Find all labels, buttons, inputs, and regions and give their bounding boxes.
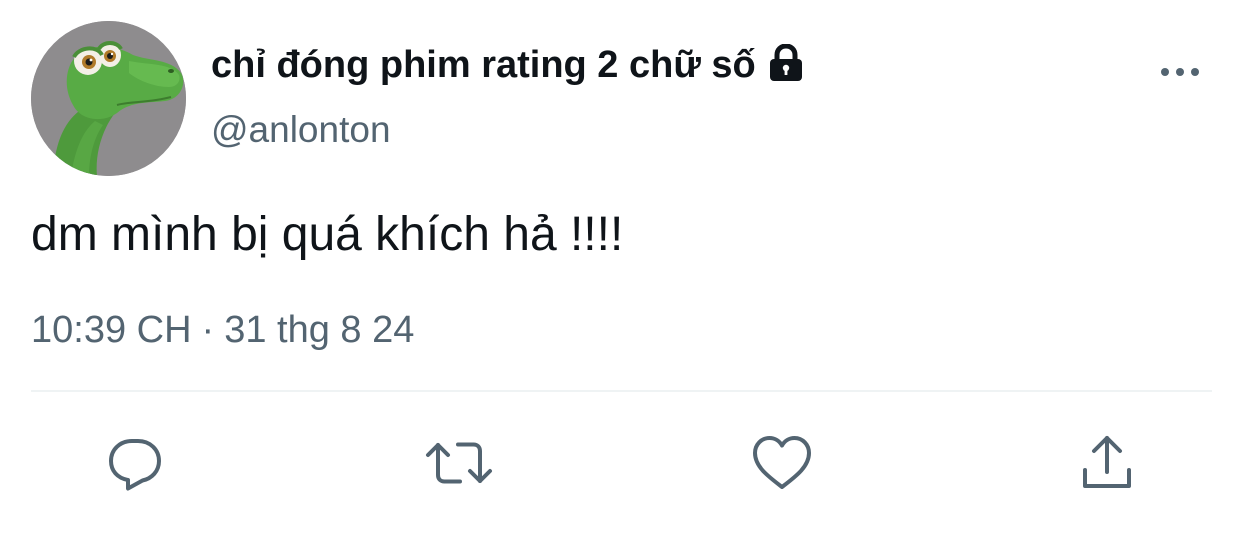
heart-icon xyxy=(753,436,811,489)
divider xyxy=(31,390,1212,392)
reply-button[interactable] xyxy=(100,430,170,496)
user-handle[interactable]: @anlonton xyxy=(211,107,391,153)
display-name[interactable]: chỉ đóng phim rating 2 chữ số xyxy=(211,41,806,89)
tweet-date: 31 thg 8 24 xyxy=(224,309,415,351)
reply-icon xyxy=(109,439,161,491)
timestamp-separator: · xyxy=(201,309,215,351)
tweet-time: 10:39 CH xyxy=(31,309,192,351)
like-button[interactable] xyxy=(747,430,817,496)
tweet-timestamp[interactable]: 10:39 CH · 31 thg 8 24 xyxy=(31,307,414,353)
avatar[interactable] xyxy=(31,21,186,176)
share-button[interactable] xyxy=(1072,430,1142,496)
tweet-text: dm mình bị quá khích hả !!!! xyxy=(31,208,624,261)
display-name-text: chỉ đóng phim rating 2 chữ số xyxy=(211,44,756,86)
lock-icon xyxy=(766,44,806,82)
more-options-button[interactable] xyxy=(1150,55,1210,89)
retweet-icon xyxy=(426,442,492,484)
retweet-button[interactable] xyxy=(424,430,494,496)
share-icon xyxy=(1083,436,1131,488)
more-horizontal-icon xyxy=(1161,68,1199,76)
avatar-image xyxy=(31,21,186,176)
